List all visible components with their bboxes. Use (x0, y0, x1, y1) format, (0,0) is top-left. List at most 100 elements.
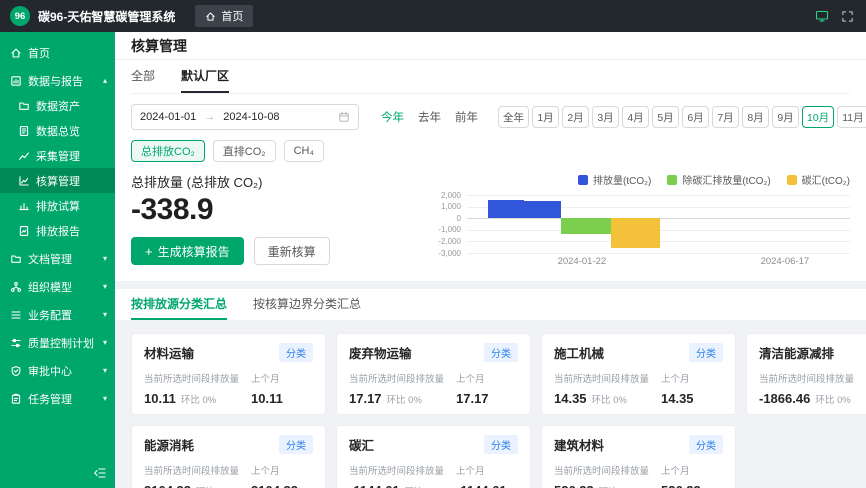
chevron-down-icon: ▾ (103, 394, 107, 403)
legend-swatch (578, 175, 588, 185)
prev-value: 526.22 (661, 483, 723, 488)
home-tab-label: 首页 (221, 8, 243, 24)
total-emission-stat: 总排放量 (总排放 CO₂) -338.9 + 生成核算报告 重新核算 (131, 164, 431, 267)
month-button[interactable]: 3月 (592, 106, 619, 128)
arrow-right-icon: → (204, 111, 215, 123)
current-value: 14.35 (554, 391, 587, 406)
gas-tab-total-co2[interactable]: 总排放CO₂ (131, 140, 205, 162)
chart-plot (467, 195, 850, 253)
sidebar-item-business-config[interactable]: 业务配置 ▾ (0, 302, 115, 327)
card-title: 材料运输 (144, 343, 194, 362)
quick-range-this-year[interactable]: 今年 (381, 109, 404, 125)
overview-section: 全部 默认厂区 2024-01-01 → 2024-10-08 今年 去年 前年… (115, 60, 866, 281)
month-button[interactable]: 9月 (772, 106, 799, 128)
sidebar-item-documents[interactable]: 文档管理 ▾ (0, 246, 115, 271)
home-tab[interactable]: 首页 (195, 5, 253, 27)
category-badge[interactable]: 分类 (689, 435, 723, 454)
page-title: 核算管理 (131, 36, 187, 56)
chevron-down-icon: ▾ (103, 338, 107, 347)
generate-report-button[interactable]: + 生成核算报告 (131, 237, 244, 265)
tab-default-plant[interactable]: 默认厂区 (181, 60, 229, 93)
sidebar-item-task-management[interactable]: 任务管理 ▾ (0, 386, 115, 411)
date-start: 2024-01-01 (140, 111, 196, 123)
y-tick-label: -2,000 (438, 237, 461, 246)
category-badge[interactable]: 分类 (484, 343, 518, 362)
card-title: 清洁能源减排 (759, 343, 834, 362)
sidebar-item-data-overview[interactable]: 数据总览 (0, 118, 115, 143)
sidebar-item-home[interactable]: 首页 (0, 40, 115, 65)
month-button[interactable]: 6月 (682, 106, 709, 128)
month-button[interactable]: 5月 (652, 106, 679, 128)
sidebar-item-emission-report[interactable]: 排放报告 (0, 218, 115, 243)
prev-month-label: 上个月 (661, 371, 723, 385)
summary-tabs: 按排放源分类汇总 按核算边界分类汇总 (115, 289, 866, 321)
sidebar-item-data-reports[interactable]: 数据与报告 ▴ (0, 68, 115, 93)
month-button[interactable]: 7月 (712, 106, 739, 128)
chevron-down-icon: ▾ (103, 366, 107, 375)
sidebar-item-organization[interactable]: 组织模型 ▾ (0, 274, 115, 299)
page-header: 核算管理 (115, 32, 866, 60)
quick-range-last-year[interactable]: 去年 (418, 109, 441, 125)
quick-range-year-before[interactable]: 前年 (455, 109, 478, 125)
org-model-icon (10, 281, 22, 293)
category-badge[interactable]: 分类 (689, 343, 723, 362)
tab-by-accounting-boundary[interactable]: 按核算边界分类汇总 (253, 289, 361, 320)
card-title: 废弃物运输 (349, 343, 412, 362)
legend-item: 除碳汇排放量(tCO₂) (667, 172, 770, 187)
mom-change: 环比 0% (815, 395, 850, 406)
sidebar-item-accounting[interactable]: 核算管理 (0, 168, 115, 193)
gas-tab-direct-co2[interactable]: 直排CO₂ (213, 140, 276, 162)
emission-trial-icon (18, 200, 30, 212)
prev-month-label: 上个月 (456, 463, 518, 477)
prev-value: 14.35 (661, 391, 723, 406)
tab-by-emission-source[interactable]: 按排放源分类汇总 (131, 289, 227, 320)
month-button[interactable]: 11月 (837, 106, 866, 128)
sidebar-item-emission-trial[interactable]: 排放试算 (0, 193, 115, 218)
sidebar-item-data-assets[interactable]: 数据资产 (0, 93, 115, 118)
chart-bar (524, 201, 560, 218)
category-badge[interactable]: 分类 (279, 435, 313, 454)
month-button[interactable]: 全年 (498, 106, 529, 128)
card-title: 碳汇 (349, 435, 374, 454)
category-badge[interactable]: 分类 (484, 435, 518, 454)
y-tick-label: 0 (457, 214, 461, 223)
current-period-label: 当前所选时间段排放量 (554, 371, 661, 385)
sidebar-item-collection[interactable]: 采集管理 (0, 143, 115, 168)
collapse-sidebar-icon[interactable] (93, 466, 107, 480)
x-tick-label: 2024-01-22 (558, 256, 607, 267)
sidebar-item-quality-control[interactable]: 质量控制计划 ▾ (0, 330, 115, 355)
date-end: 2024-10-08 (223, 111, 279, 123)
summary-card: 碳汇 分类 当前所选时间段排放量 -1144.61环比 0% 上个月 -1144… (336, 425, 531, 488)
chart-bar (488, 200, 524, 219)
emissions-chart: 排放量(tCO₂) 除碳汇排放量(tCO₂) 碳汇(tCO₂) 2,0001,0… (431, 164, 850, 267)
sidebar: 首页 数据与报告 ▴ 数据资产 数据总览 采集管理 核算管理 排放试算 排放报告… (0, 32, 115, 488)
main-content: 核算管理 全部 默认厂区 2024-01-01 → 2024-10-08 今年 … (115, 32, 866, 488)
current-period-label: 当前所选时间段排放量 (144, 463, 251, 477)
date-range-input[interactable]: 2024-01-01 → 2024-10-08 (131, 104, 359, 130)
month-button-selected[interactable]: 10月 (802, 106, 834, 128)
mom-change: 环比 0% (387, 395, 422, 406)
gas-tab-ch4[interactable]: CH₄ (284, 140, 324, 162)
fullscreen-icon[interactable] (841, 10, 854, 23)
y-tick-label: 1,000 (441, 202, 461, 211)
current-value: 10.11 (144, 391, 176, 406)
home-icon (205, 11, 216, 22)
current-period-label: 当前所选时间段排放量 (349, 371, 456, 385)
chevron-down-icon: ▾ (103, 282, 107, 291)
x-tick-label: 2024-06-17 (761, 256, 810, 267)
plus-icon: + (145, 245, 153, 258)
month-button[interactable]: 1月 (532, 106, 559, 128)
month-button[interactable]: 4月 (622, 106, 649, 128)
month-button[interactable]: 2月 (562, 106, 589, 128)
plant-tabs: 全部 默认厂区 (131, 60, 850, 94)
summary-card: 清洁能源减排 分类 当前所选时间段排放量 -1866.46环比 0% 上个月 (746, 333, 866, 415)
tab-all[interactable]: 全部 (131, 60, 155, 93)
current-value: 17.17 (349, 391, 382, 406)
chart-y-axis: 2,0001,0000-1,000-2,000-3,000 (431, 195, 467, 253)
recalculate-button[interactable]: 重新核算 (254, 237, 330, 265)
month-button[interactable]: 8月 (742, 106, 769, 128)
screen-icon[interactable] (815, 9, 829, 23)
sidebar-item-approval-center[interactable]: 审批中心 ▾ (0, 358, 115, 383)
prev-month-label: 上个月 (661, 463, 723, 477)
category-badge[interactable]: 分类 (279, 343, 313, 362)
